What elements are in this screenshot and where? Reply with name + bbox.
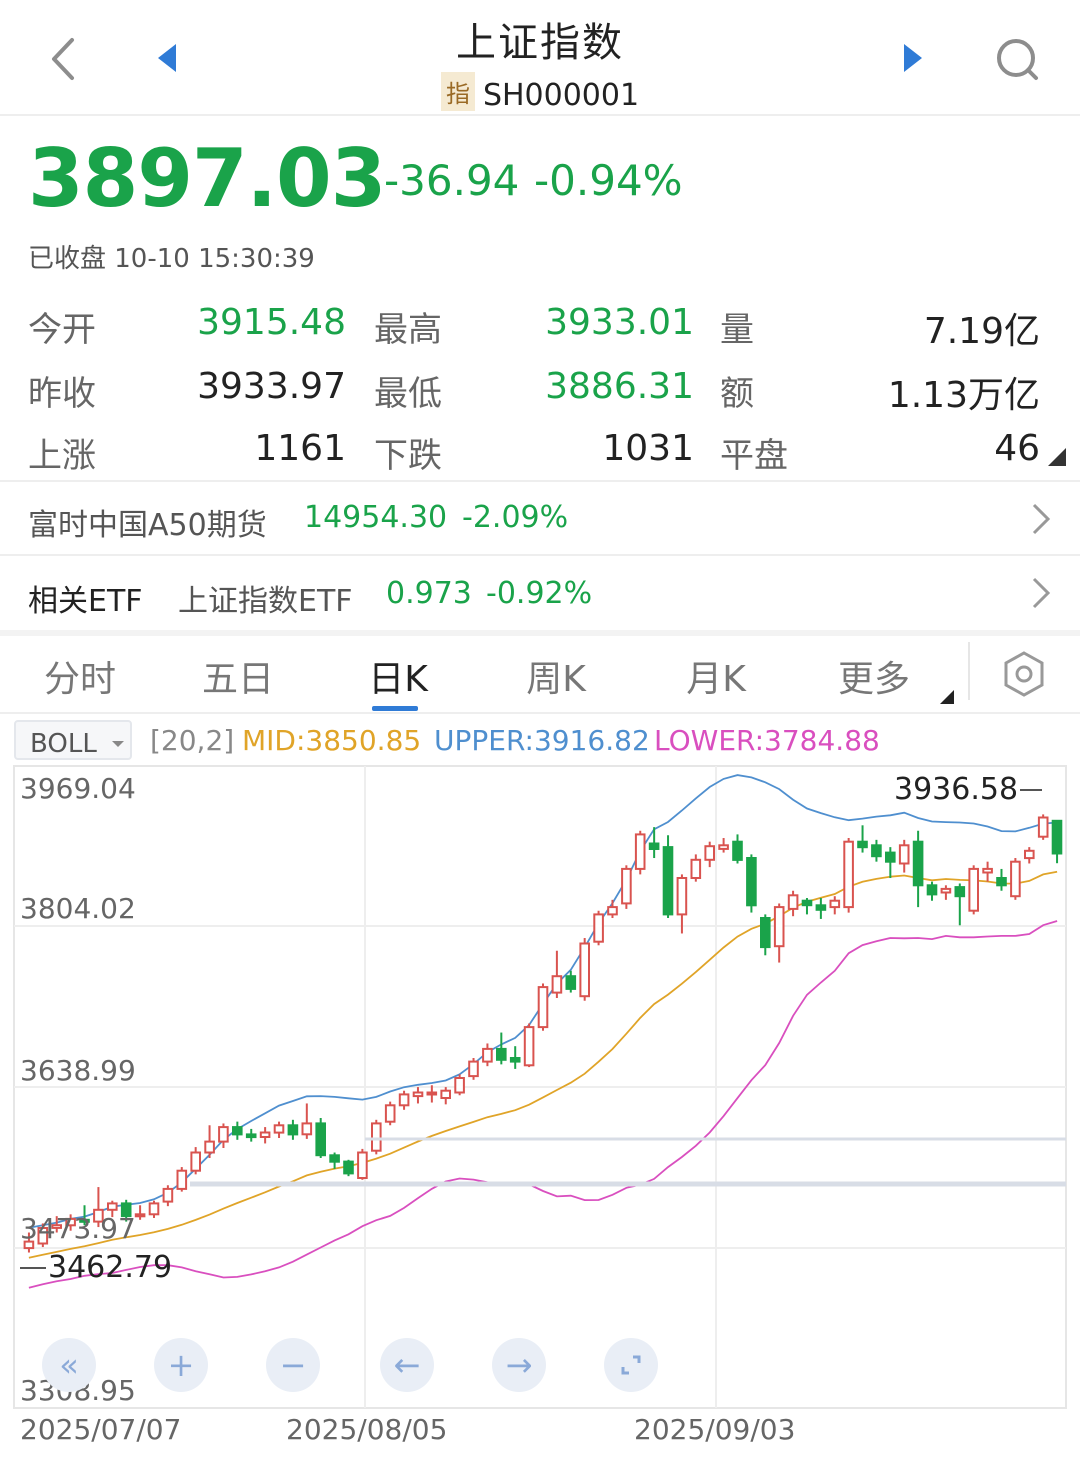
rewind-button[interactable]: « <box>42 1338 96 1392</box>
candle-body <box>232 1126 243 1136</box>
candle-body <box>162 1187 174 1203</box>
min-price-marker: 3462.79 <box>20 1250 172 1285</box>
min-price-label: 3462.79 <box>48 1250 173 1285</box>
candle-body <box>468 1060 479 1078</box>
zoom-in-button[interactable]: + <box>154 1338 208 1392</box>
candle-body <box>412 1091 424 1098</box>
candle-body <box>1037 816 1049 838</box>
candle-body <box>732 840 743 861</box>
candle-body <box>690 858 702 879</box>
candle-body <box>773 906 785 948</box>
candlestick-chart[interactable] <box>0 0 1080 1465</box>
y-axis-label: 3804.02 <box>20 892 136 925</box>
scroll-right-button[interactable]: → <box>492 1338 546 1392</box>
candle-body <box>218 1126 229 1143</box>
candle-body <box>815 904 827 911</box>
candle-body <box>190 1151 201 1172</box>
candle-body <box>898 844 910 865</box>
candle-body <box>329 1154 340 1163</box>
candles <box>23 814 1063 1253</box>
candle-body <box>134 1213 146 1218</box>
x-axis-label: 2025/09/03 <box>634 1413 796 1446</box>
candle-body <box>1051 819 1063 855</box>
marker-line <box>1020 789 1043 791</box>
candle-body <box>398 1093 410 1107</box>
y-axis-label: 3638.99 <box>20 1054 136 1087</box>
candle-body <box>482 1047 493 1063</box>
candle-body <box>107 1202 118 1211</box>
candle-body <box>176 1169 188 1190</box>
candle-body <box>607 906 618 916</box>
zoom-out-button[interactable]: − <box>266 1338 320 1392</box>
candle-body <box>509 1057 521 1063</box>
candle-body <box>301 1122 313 1136</box>
boll-mid-line <box>28 870 1058 1259</box>
candle-body <box>523 1026 535 1067</box>
candle-body <box>384 1104 396 1123</box>
candle-body <box>634 833 646 870</box>
candle-body <box>718 844 729 850</box>
candle-body <box>551 975 563 994</box>
candle-body <box>996 877 1007 887</box>
candle-body <box>273 1124 285 1134</box>
max-price-label: 3936.58 <box>894 772 1019 807</box>
candle-body <box>940 887 952 894</box>
candle-body <box>287 1124 299 1136</box>
fullscreen-button[interactable] <box>604 1338 658 1392</box>
candle-body <box>343 1160 354 1175</box>
candle-body <box>357 1151 368 1179</box>
candle-body <box>565 975 577 990</box>
candle-body <box>787 894 799 910</box>
candle-body <box>982 867 993 874</box>
candle-body <box>760 917 771 949</box>
x-axis-label: 2025/07/07 <box>20 1413 182 1446</box>
candle-body <box>426 1091 438 1096</box>
candle-body <box>371 1122 382 1152</box>
candle-body <box>676 877 688 916</box>
candle-body <box>204 1140 215 1154</box>
candle-body <box>454 1077 465 1094</box>
candle-body <box>885 851 896 863</box>
candle-body <box>954 886 966 898</box>
marker-line <box>20 1267 46 1269</box>
boll-lower-line <box>28 920 1058 1289</box>
candle-body <box>1024 849 1035 860</box>
candle-body <box>537 986 549 1029</box>
candle-body <box>245 1133 257 1139</box>
candle-body <box>648 842 660 850</box>
candle-body <box>621 867 632 905</box>
candle-body <box>871 844 882 858</box>
candle-body <box>593 913 604 943</box>
candle-body <box>1010 860 1021 898</box>
candle-body <box>746 857 757 907</box>
candle-body <box>315 1122 326 1157</box>
y-axis-label: 3969.04 <box>20 772 136 805</box>
candle-body <box>704 845 716 861</box>
candle-body <box>857 840 868 849</box>
x-axis-label: 2025/08/05 <box>286 1413 448 1446</box>
candle-body <box>801 899 813 907</box>
candle-body <box>496 1047 507 1061</box>
candle-body <box>579 942 591 998</box>
candle-body <box>662 846 674 916</box>
candle-body <box>440 1089 451 1099</box>
candle-body <box>912 840 924 887</box>
candle-body <box>843 840 854 909</box>
candle-body <box>968 867 980 912</box>
scroll-left-button[interactable]: ← <box>380 1338 434 1392</box>
candle-body <box>148 1202 160 1216</box>
max-price-marker: 3936.58 <box>894 772 1043 807</box>
candle-body <box>259 1131 271 1138</box>
candle-body <box>829 899 841 909</box>
candle-body <box>926 884 938 896</box>
y-axis-label: 3473.97 <box>20 1212 136 1245</box>
